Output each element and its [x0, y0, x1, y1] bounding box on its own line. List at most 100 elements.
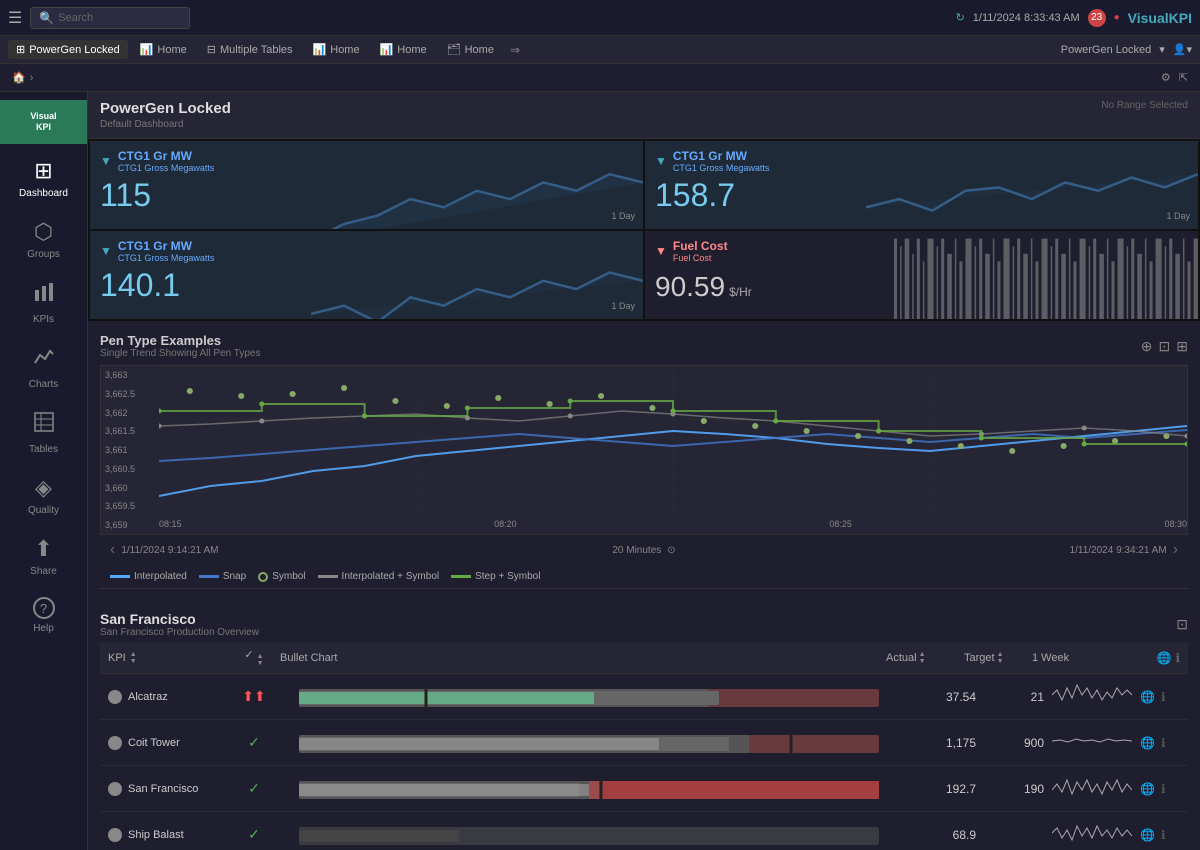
legend-interpolated: Interpolated — [110, 571, 187, 582]
alert-count[interactable]: 23 — [1088, 9, 1106, 27]
time-zoom-icon[interactable]: ⊙ — [667, 545, 675, 556]
search-box[interactable]: 🔍 Search — [30, 7, 190, 29]
kpi-tile-2[interactable]: ▼ CTG1 Gr MW CTG1 Gross Megawatts 158.7 … — [645, 141, 1198, 229]
col-kpi-label: KPI — [108, 652, 126, 664]
navtab-label: Home — [397, 44, 426, 56]
sort-arrows-target: ▲▼ — [997, 651, 1004, 665]
y-label-2: 3,662 — [105, 408, 155, 418]
navtab-dropdown-icon[interactable]: ▾ — [1159, 43, 1165, 56]
globe-icon-alcatraz[interactable]: 🌐 — [1140, 690, 1155, 704]
col-target[interactable]: Target ▲▼ — [964, 651, 1024, 665]
sidebar-item-kpis[interactable]: KPIs — [0, 270, 87, 335]
kpi-arrow-2: ▼ — [655, 154, 667, 168]
kpi-tile-1[interactable]: ▼ CTG1 Gr MW CTG1 Gross Megawatts 115 1 … — [90, 141, 643, 229]
chart-add-icon[interactable]: ⊕ — [1141, 338, 1153, 355]
y-label-7: 3,659.5 — [105, 501, 155, 511]
sparkline-sf — [1052, 772, 1132, 802]
groups-icon: ⬡ — [34, 219, 53, 245]
col-actual[interactable]: Actual ▲▼ — [886, 651, 956, 665]
kpi-grid: ▼ CTG1 Gr MW CTG1 Gross Megawatts 115 1 … — [88, 139, 1200, 321]
globe-icon-coit[interactable]: 🌐 — [1140, 736, 1155, 750]
navtab-label: Home — [330, 44, 359, 56]
table-row[interactable]: Coit Tower ✓ 1,175 900 — [100, 720, 1188, 766]
kpi-axis-label-1: 1 Day — [611, 211, 635, 221]
status-coit: ✓ — [248, 734, 260, 750]
navtab-more[interactable]: ⇒ — [510, 43, 520, 57]
user-icon[interactable]: 👤▾ — [1173, 43, 1192, 56]
legend-color-interp-symbol — [318, 575, 338, 578]
range-label: No Range Selected — [1101, 100, 1188, 111]
time-next-btn[interactable]: › — [1173, 541, 1178, 559]
legend-label-symbol: Symbol — [272, 571, 305, 582]
info-icon-sf[interactable]: ℹ — [1161, 782, 1166, 796]
info-icon-coit[interactable]: ℹ — [1161, 736, 1166, 750]
sidebar-item-tables[interactable]: Tables — [0, 400, 87, 465]
sparkline-alcatraz — [1052, 680, 1132, 710]
refresh-icon[interactable]: ↻ — [956, 11, 965, 24]
search-placeholder: Search — [58, 12, 93, 24]
kpi-icon-alcatraz — [108, 690, 122, 704]
timestamp: 1/11/2024 8:33:43 AM — [973, 12, 1080, 24]
globe-icon-header: 🌐 — [1156, 651, 1171, 665]
info-icon-header: ℹ — [1175, 651, 1180, 665]
kpi-subname-1: CTG1 Gross Megawatts — [118, 163, 215, 173]
sidebar: VisualKPI ⊞ Dashboard ⬡ Groups KPIs — [0, 92, 88, 850]
x-label-1: 08:20 — [494, 519, 517, 529]
time-prev-btn[interactable]: ‹ — [110, 541, 115, 559]
sidebar-item-dashboard[interactable]: ⊞ Dashboard — [0, 148, 87, 209]
sidebar-item-help[interactable]: ? Help — [0, 587, 87, 644]
col-kpi[interactable]: KPI ▲▼ — [108, 651, 228, 665]
legend-label-snap: Snap — [223, 571, 246, 582]
navtab-label: Multiple Tables — [220, 44, 293, 56]
sf-title: San Francisco — [100, 611, 259, 627]
table-row[interactable]: Ship Balast ✓ 68.9 — [100, 812, 1188, 850]
navtab-multiple-tables[interactable]: ⊟ Multiple Tables — [199, 40, 301, 59]
navtab-icon: 📊 — [313, 43, 327, 56]
navtab-powergen[interactable]: ⊞ PowerGen Locked — [8, 40, 128, 59]
kpi-sparkline-fuel — [894, 231, 1198, 319]
expand-icon[interactable]: ⇱ — [1179, 71, 1188, 84]
sidebar-item-quality[interactable]: ◈ Quality — [0, 465, 87, 526]
chart-fullscreen-icon[interactable]: ⊞ — [1176, 338, 1188, 355]
sort-arrows-kpi: ▲▼ — [130, 651, 137, 665]
sidebar-item-share[interactable]: ⬆ Share — [0, 526, 87, 587]
y-label-3: 3,661.5 — [105, 426, 155, 436]
navtab-home4[interactable]: 🗂 Home — [439, 40, 502, 59]
info-icon-ship[interactable]: ℹ — [1161, 828, 1166, 842]
sidebar-label-charts: Charts — [29, 379, 58, 390]
info-icon-alcatraz[interactable]: ℹ — [1161, 690, 1166, 704]
kpi-icon-ship — [108, 828, 122, 842]
navtab-home1[interactable]: 📊 Home — [132, 40, 195, 59]
sf-fullscreen-icon[interactable]: ⊡ — [1176, 616, 1188, 633]
navtab-label: Home — [465, 44, 494, 56]
kpi-tile-3[interactable]: ▼ CTG1 Gr MW CTG1 Gross Megawatts 140.1 … — [90, 231, 643, 319]
dashboard-subtitle: Default Dashboard — [100, 119, 1188, 130]
kpi-tile-fuel[interactable]: ▼ Fuel Cost Fuel Cost 90.59 $/Hr — [645, 231, 1198, 319]
table-row[interactable]: San Francisco ✓ 192.7 190 — [100, 766, 1188, 812]
hamburger-menu[interactable]: ☰ — [8, 8, 22, 28]
navtab-home3[interactable]: 📊 Home — [372, 40, 435, 59]
sidebar-item-charts[interactable]: Charts — [0, 335, 87, 400]
alert-icon: ● — [1114, 12, 1120, 23]
globe-icon-ship[interactable]: 🌐 — [1140, 828, 1155, 842]
table-row[interactable]: Alcatraz ⬆⬆ 37.54 21 — [100, 674, 1188, 720]
target-label: Target — [964, 652, 995, 664]
globe-icon-sf[interactable]: 🌐 — [1140, 782, 1155, 796]
settings-icon[interactable]: ⚙ — [1161, 71, 1171, 84]
sidebar-item-groups[interactable]: ⬡ Groups — [0, 209, 87, 270]
chart-expand-icon[interactable]: ⊡ — [1159, 338, 1171, 355]
kpi-name-3: CTG1 Gr MW — [118, 239, 215, 253]
navtab-home2[interactable]: 📊 Home — [305, 40, 368, 59]
home-icon[interactable]: 🏠 — [12, 71, 26, 84]
navtab-icon: 📊 — [380, 43, 394, 56]
sidebar-label-groups: Groups — [27, 249, 60, 260]
y-label-5: 3,660.5 — [105, 464, 155, 474]
timeframe-label: 1 Week — [1032, 652, 1069, 664]
logo-text: VisualKPI — [30, 111, 56, 133]
help-icon: ? — [33, 597, 55, 619]
y-label-0: 3,663 — [105, 370, 155, 380]
col-status-label: ✓ — [244, 649, 253, 661]
col-status[interactable]: ✓ ▲▼ — [236, 648, 272, 667]
col-chart-label[interactable]: Bullet Chart — [280, 652, 878, 664]
col-timeframe[interactable]: 1 Week — [1032, 652, 1092, 664]
